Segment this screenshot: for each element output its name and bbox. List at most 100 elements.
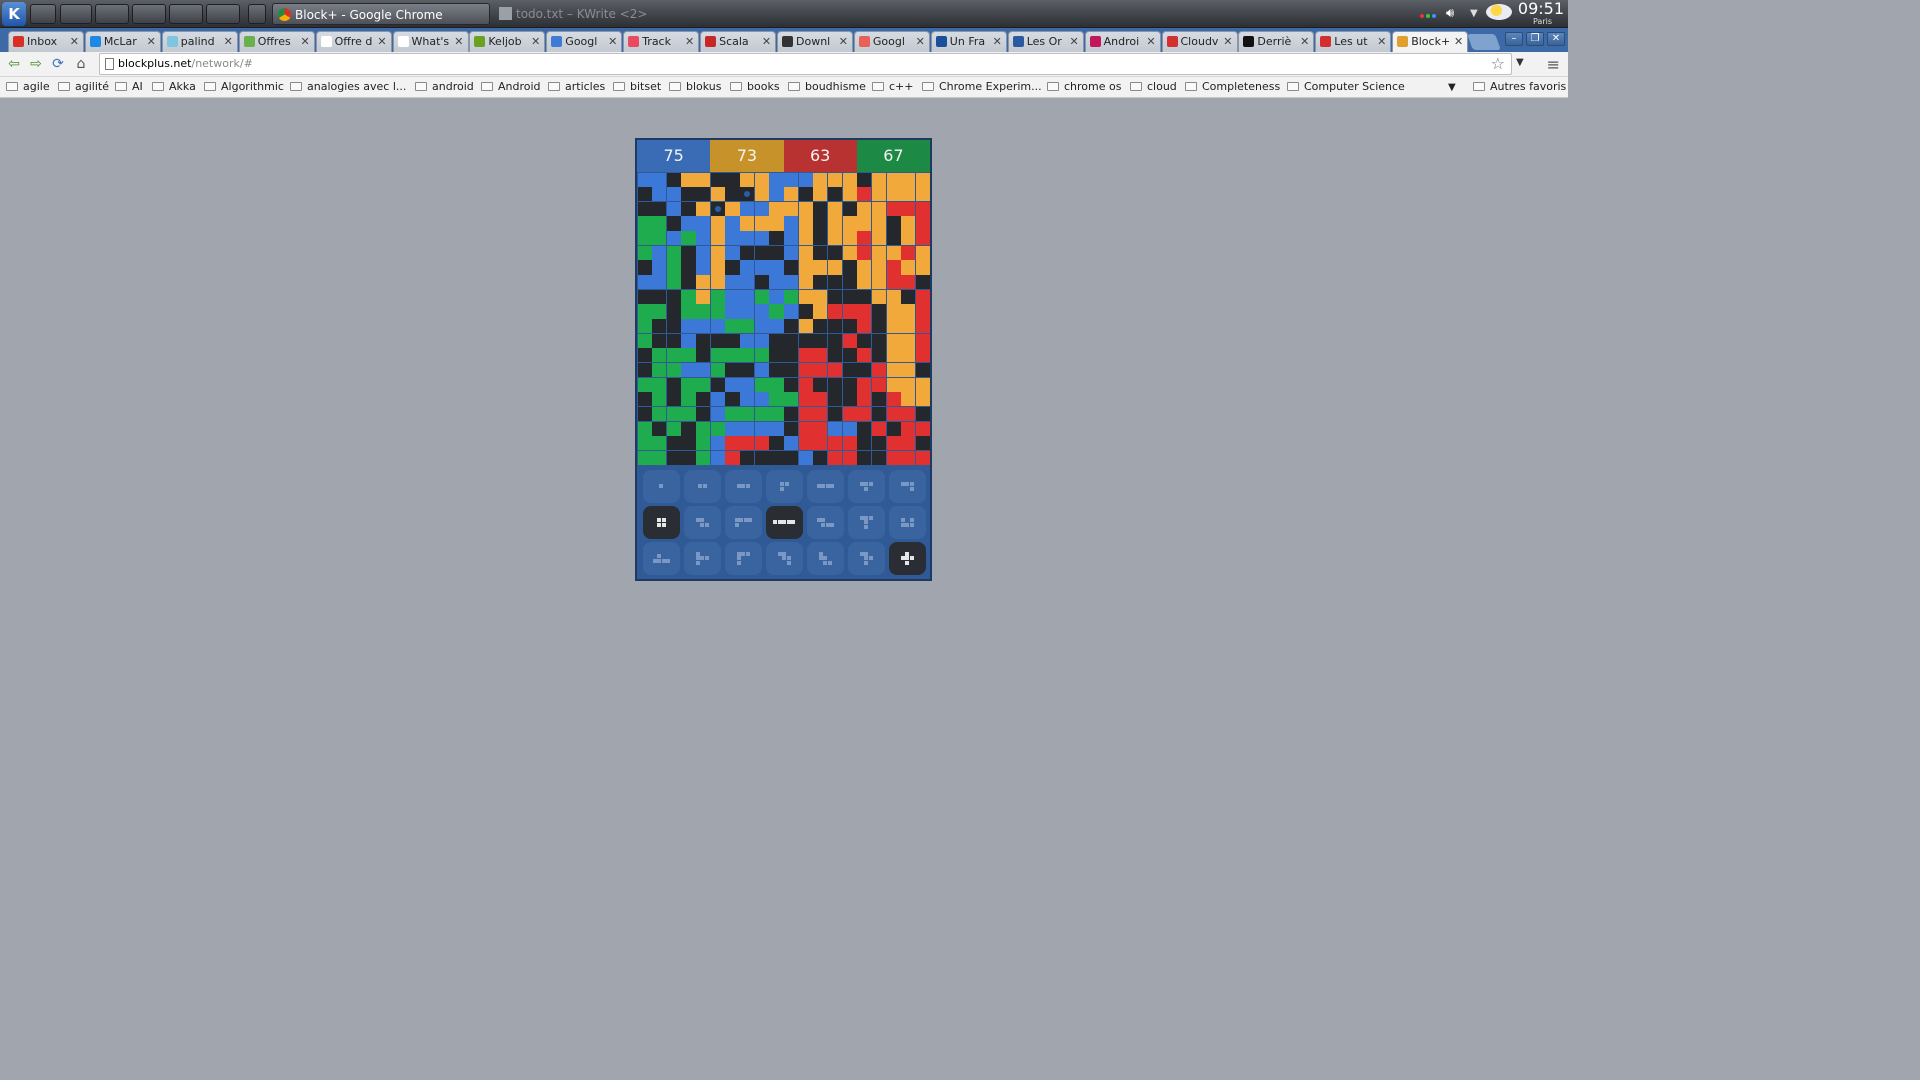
board-cell[interactable] xyxy=(886,406,901,422)
board-cell[interactable] xyxy=(813,450,828,466)
bookmark-folder[interactable]: articles xyxy=(548,80,605,94)
board-cell[interactable] xyxy=(886,216,901,231)
board-cell[interactable] xyxy=(857,231,872,246)
board-cell[interactable] xyxy=(915,392,931,407)
close-tab-icon[interactable]: ✕ xyxy=(377,32,386,51)
board-cell[interactable] xyxy=(842,362,857,378)
bookmarks-overflow-icon[interactable]: ▼ xyxy=(1448,82,1456,93)
board-cell[interactable] xyxy=(740,245,755,260)
used-piece[interactable] xyxy=(807,542,844,575)
board-cell[interactable] xyxy=(681,436,696,451)
board-cell[interactable] xyxy=(871,187,887,202)
board-cell[interactable] xyxy=(769,187,784,202)
other-bookmarks[interactable]: Autres favoris xyxy=(1473,80,1566,94)
omnibox-dropdown-icon[interactable]: ▼ xyxy=(1516,57,1524,68)
board-cell[interactable] xyxy=(666,348,681,363)
board-cell[interactable] xyxy=(710,304,725,319)
volume-icon[interactable]: 🔊︎ xyxy=(1446,7,1454,21)
board-cell[interactable] xyxy=(696,289,711,304)
reload-button[interactable]: ⟳ xyxy=(50,56,66,72)
close-tab-icon[interactable]: ✕ xyxy=(1454,32,1463,51)
board-cell[interactable] xyxy=(754,187,769,202)
board-cell[interactable] xyxy=(886,450,901,466)
board-cell[interactable] xyxy=(637,172,652,187)
board-cell[interactable] xyxy=(681,406,696,422)
board-cell[interactable] xyxy=(842,436,857,451)
address-bar[interactable]: blockplus.net/network/# ☆ xyxy=(99,53,1512,75)
board-cell[interactable] xyxy=(842,172,857,187)
tray-expand-icon[interactable]: ▼ xyxy=(1470,7,1478,21)
board-cell[interactable] xyxy=(696,406,711,422)
board-cell[interactable] xyxy=(813,319,828,334)
board-cell[interactable] xyxy=(813,392,828,407)
browser-tab[interactable]: Offres ✕ xyxy=(238,31,315,52)
board-cell[interactable] xyxy=(754,392,769,407)
board-cell[interactable] xyxy=(681,260,696,275)
board-cell[interactable] xyxy=(798,187,813,202)
forward-button[interactable]: ⇨ xyxy=(28,56,44,72)
board-cell[interactable] xyxy=(696,245,711,260)
board-cell[interactable] xyxy=(652,348,667,363)
board-cell[interactable] xyxy=(725,392,740,407)
board-cell[interactable] xyxy=(696,216,711,231)
board-cell[interactable] xyxy=(827,392,843,407)
board-cell[interactable] xyxy=(754,436,769,451)
board-cell[interactable] xyxy=(784,187,799,202)
board-cell[interactable] xyxy=(681,421,696,436)
board-cell[interactable] xyxy=(871,172,887,187)
board-cell[interactable] xyxy=(652,172,667,187)
board-cell[interactable] xyxy=(666,450,681,466)
board-cell[interactable] xyxy=(871,304,887,319)
board-cell[interactable] xyxy=(798,406,813,422)
board-cell[interactable] xyxy=(915,231,931,246)
board-cell[interactable] xyxy=(652,245,667,260)
board-cell[interactable] xyxy=(696,348,711,363)
close-tab-icon[interactable]: ✕ xyxy=(147,32,156,51)
board-cell[interactable] xyxy=(842,333,857,348)
board-cell[interactable] xyxy=(827,201,843,216)
browser-tab[interactable]: Les Or ✕ xyxy=(1007,31,1084,52)
board-cell[interactable] xyxy=(740,421,755,436)
used-piece[interactable] xyxy=(848,506,885,539)
board-cell[interactable] xyxy=(813,377,828,392)
board-cell[interactable] xyxy=(857,275,872,290)
board-cell[interactable] xyxy=(827,231,843,246)
board-cell[interactable] xyxy=(857,450,872,466)
weather-icon[interactable] xyxy=(1486,4,1512,20)
browser-tab[interactable]: What's ✕ xyxy=(392,31,469,52)
board-cell[interactable] xyxy=(740,172,755,187)
bookmark-folder[interactable]: Algorithmic xyxy=(204,80,284,94)
board-cell[interactable] xyxy=(769,304,784,319)
board-cell[interactable] xyxy=(740,319,755,334)
board-cell[interactable] xyxy=(784,304,799,319)
available-piece[interactable] xyxy=(766,506,803,539)
board-cell[interactable] xyxy=(652,187,667,202)
board-cell[interactable] xyxy=(725,362,740,378)
board-cell[interactable] xyxy=(857,377,872,392)
board-cell[interactable] xyxy=(813,436,828,451)
board-cell[interactable] xyxy=(901,348,916,363)
board-cell[interactable] xyxy=(857,348,872,363)
board-cell[interactable] xyxy=(915,275,931,290)
board-cell[interactable] xyxy=(871,348,887,363)
board-cell[interactable] xyxy=(666,201,681,216)
board-cell[interactable] xyxy=(827,333,843,348)
board-cell[interactable] xyxy=(740,201,755,216)
used-piece[interactable] xyxy=(725,470,762,503)
board-cell[interactable] xyxy=(754,275,769,290)
close-tab-icon[interactable]: ✕ xyxy=(1223,32,1232,51)
board-cell[interactable] xyxy=(857,187,872,202)
board-cell[interactable] xyxy=(652,377,667,392)
board-cell[interactable] xyxy=(915,333,931,348)
bookmark-folder[interactable]: android xyxy=(415,80,474,94)
board-cell[interactable] xyxy=(827,216,843,231)
board-cell[interactable] xyxy=(725,436,740,451)
board-cell[interactable] xyxy=(652,304,667,319)
board-cell[interactable] xyxy=(886,348,901,363)
board-cell[interactable] xyxy=(813,421,828,436)
board-cell[interactable] xyxy=(637,421,652,436)
board-cell[interactable] xyxy=(813,201,828,216)
board-cell[interactable] xyxy=(813,231,828,246)
board-cell[interactable] xyxy=(886,392,901,407)
bookmark-folder[interactable]: Android xyxy=(481,80,541,94)
